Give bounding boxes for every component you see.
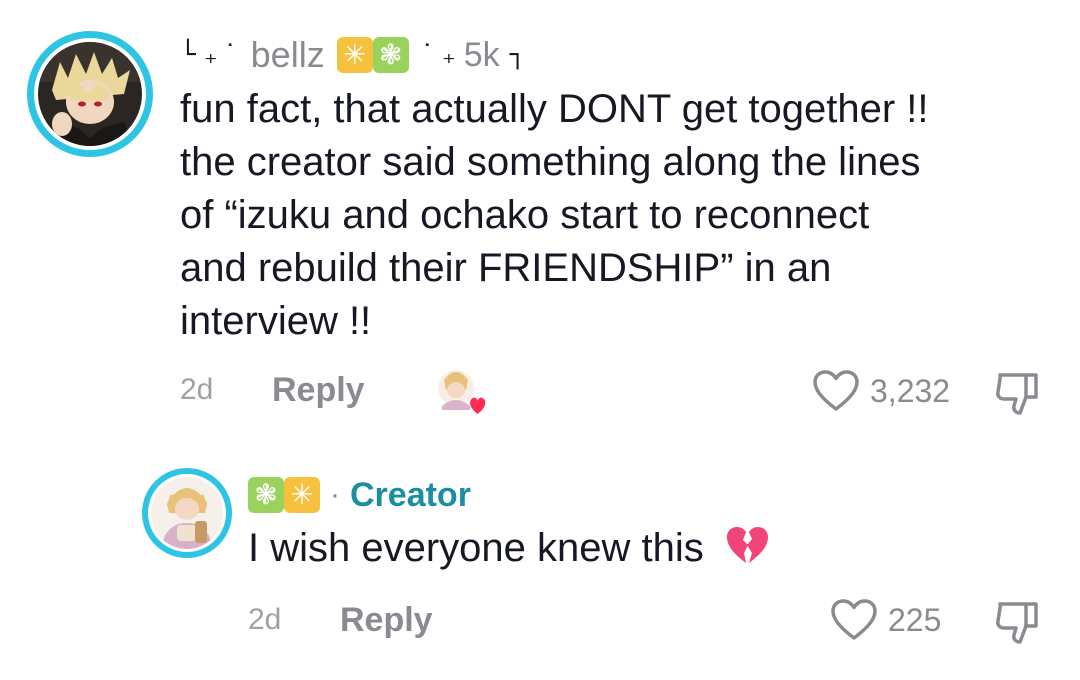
reply-header: ❃ ✳ · Creator <box>248 475 471 515</box>
commenter-username[interactable]: bellz <box>251 34 325 76</box>
follow-count: 5k <box>463 35 500 74</box>
reply-like-button[interactable]: 225 <box>830 598 941 642</box>
sparkle-green-icon: ❃ <box>248 477 284 513</box>
creator-avatar-image <box>151 477 223 549</box>
sparkle-orange-icon: ✳ <box>336 37 373 73</box>
separator-dot: · <box>330 478 340 511</box>
heart-outline-icon <box>831 599 877 640</box>
comment-time: 2d <box>180 373 214 406</box>
reply-dislike-button[interactable] <box>994 600 1042 646</box>
reply-text: I wish everyone knew this <box>248 526 704 570</box>
decor-corner-left: └ ₊ <box>180 40 218 70</box>
like-button[interactable]: 3,232 <box>812 369 950 413</box>
broken-heart-icon <box>725 525 769 579</box>
sparkle-orange-icon: ✳ <box>284 477 320 513</box>
reply-text-line: I wish everyone knew this <box>248 522 769 579</box>
like-count: 3,232 <box>870 372 951 409</box>
thumbs-down-icon <box>996 602 1038 644</box>
decor-dot: ˙ <box>223 40 237 70</box>
thumbs-down-icon <box>996 373 1038 415</box>
reply-like-count: 225 <box>888 601 942 638</box>
creator-avatar-picture <box>151 477 223 549</box>
comment-text: fun fact, that actually DONT get togethe… <box>180 87 929 343</box>
comment-header: └ ₊ ˙ bellz ✳ ❃ ˙ ₊ 5k ┐ <box>180 33 525 77</box>
decor-dots-middle: ˙ ₊ <box>420 40 456 70</box>
dislike-button[interactable] <box>994 371 1042 417</box>
badge-group: ✳ ❃ <box>336 37 409 73</box>
creator-tag: Creator <box>350 475 471 514</box>
avatar-picture <box>38 42 142 146</box>
heart-outline-icon <box>813 370 859 411</box>
broken-heart-emoji-icon <box>726 527 768 563</box>
creator-liked-avatar-icon <box>438 370 486 414</box>
reply-reply-button[interactable]: Reply <box>340 601 433 640</box>
sparkle-green-icon: ❃ <box>372 37 409 73</box>
reply-badge-group: ❃ ✳ <box>248 477 320 513</box>
reply-time: 2d <box>248 603 282 636</box>
commenter-avatar-image <box>38 42 142 146</box>
creator-liked-indicator <box>436 366 488 416</box>
decor-corner-right: ┐ <box>509 40 526 70</box>
reply-button[interactable]: Reply <box>272 371 365 410</box>
